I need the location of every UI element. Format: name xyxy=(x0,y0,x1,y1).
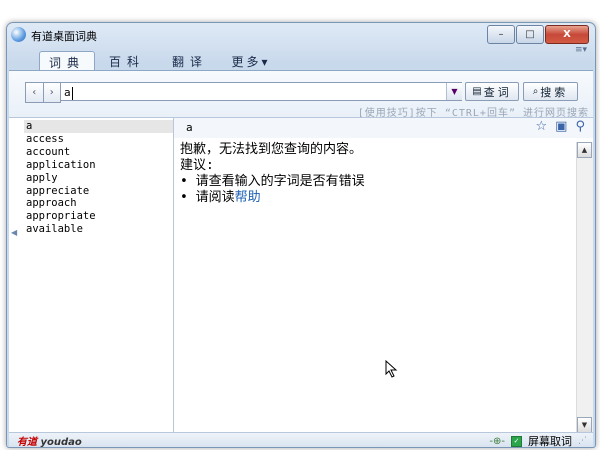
tab-encyclopedia[interactable]: 百科 xyxy=(104,51,150,71)
back-button[interactable]: ‹ xyxy=(26,83,43,102)
word-list: a access account application apply appre… xyxy=(24,120,173,236)
result-panel: a ☆ ▣ ⚲ 抱歉，无法找到您查询的内容。 建议: • 请查看输入的字词是否有… xyxy=(174,118,593,433)
search-input[interactable]: a xyxy=(60,82,462,101)
tab-translate[interactable]: 翻译 xyxy=(167,51,213,71)
content-area: ‹ › a ▼ ▤ 查词 ⌕ 搜索 [使用技巧]按下 “CTRL+回车” 进行网页搜… xyxy=(9,70,593,447)
tab-more[interactable]: 更多▾ xyxy=(225,51,277,71)
text-caret xyxy=(71,86,73,100)
suggestion-text: 请查看输入的字词是否有错误 xyxy=(195,174,365,189)
collapse-arrow-icon[interactable]: ◀ xyxy=(11,228,17,237)
add-wordbook-icon[interactable]: ▣ xyxy=(555,119,567,134)
window-controls: – □ X xyxy=(487,25,589,44)
status-controls: -⊕- ✓ 屏幕取词 ⋰ xyxy=(489,433,587,447)
screen-capture-checkbox[interactable]: ✓ xyxy=(511,435,522,447)
word-list-item[interactable]: access xyxy=(24,133,173,146)
mouse-cursor-icon xyxy=(385,360,398,378)
maximize-button[interactable]: □ xyxy=(516,25,544,44)
search-icon: ⌕ xyxy=(532,86,539,97)
menu-icon[interactable]: ≡▾ xyxy=(575,45,587,55)
word-list-panel: ◀ a access account application apply app… xyxy=(9,118,174,433)
lookup-label: 查词 xyxy=(483,85,512,99)
tab-bar: 词典 百科 翻译 更多▾ ≡▾ xyxy=(7,45,595,73)
nav-buttons: ‹ › xyxy=(25,82,61,103)
result-message: 抱歉，无法找到您查询的内容。 建议: • 请查看输入的字词是否有错误 • 请阅读… xyxy=(180,142,573,206)
minimize-button[interactable]: – xyxy=(487,25,515,44)
word-list-item[interactable]: appropriate xyxy=(24,210,173,223)
status-bar: 有道 youdao -⊕- ✓ 屏幕取词 ⋰ xyxy=(9,432,593,447)
word-header: a ☆ ▣ ⚲ xyxy=(174,118,593,138)
suggestion-text: 请阅读 xyxy=(195,190,235,205)
scroll-down-icon[interactable]: ▼ xyxy=(577,417,592,433)
word-list-item[interactable]: available xyxy=(24,223,173,236)
word-list-item[interactable]: appreciate xyxy=(24,185,173,198)
book-icon: ▤ xyxy=(472,86,482,97)
not-found-text: 抱歉，无法找到您查询的内容。 xyxy=(180,142,363,157)
word-list-item[interactable]: apply xyxy=(24,172,173,185)
youdao-logo: 有道 youdao xyxy=(17,433,82,448)
result-word: a xyxy=(186,121,193,134)
logo-en: youdao xyxy=(40,437,82,448)
search-toolbar: ‹ › a ▼ ▤ 查词 ⌕ 搜索 [使用技巧]按下 “CTRL+回车” 进行网页搜… xyxy=(9,71,593,119)
close-button[interactable]: X xyxy=(545,25,589,44)
suggest-title: 建议: xyxy=(180,158,214,173)
word-list-item[interactable]: account xyxy=(24,146,173,159)
dictionary-window: 有道桌面词典 – □ X 词典 百科 翻译 更多▾ ≡▾ ‹ › a ▼ ▤ 查词 xyxy=(6,22,596,448)
logo-cn: 有道 xyxy=(17,437,37,448)
lookup-button[interactable]: ▤ 查词 xyxy=(465,82,519,101)
screen-capture-label[interactable]: 屏幕取词 xyxy=(528,433,572,447)
search-input-value: a xyxy=(64,86,71,99)
scroll-up-icon[interactable]: ▲ xyxy=(577,142,592,158)
find-icon[interactable]: ⚲ xyxy=(575,119,585,134)
suggestion-item: • 请查看输入的字词是否有错误 xyxy=(180,174,365,189)
usage-hint: [使用技巧]按下 “CTRL+回车” 进行网页搜索 xyxy=(357,108,589,119)
vertical-scrollbar[interactable]: ▲ ▼ xyxy=(576,142,593,433)
help-link[interactable]: 帮助 xyxy=(235,190,261,205)
resize-grip-icon[interactable]: ⋰ xyxy=(578,436,587,446)
title-bar[interactable]: 有道桌面词典 – □ X xyxy=(7,23,595,47)
app-logo-icon xyxy=(11,27,26,42)
web-search-label: 搜索 xyxy=(540,85,569,99)
history-dropdown-icon[interactable]: ▼ xyxy=(446,83,462,100)
forward-button[interactable]: › xyxy=(42,83,61,102)
word-list-item[interactable]: application xyxy=(24,159,173,172)
word-list-item[interactable]: a xyxy=(24,120,173,133)
volume-icon[interactable]: -⊕- xyxy=(489,436,505,447)
word-tools: ☆ ▣ ⚲ xyxy=(536,119,585,134)
web-search-button[interactable]: ⌕ 搜索 xyxy=(523,82,578,101)
word-list-item[interactable]: approach xyxy=(24,197,173,210)
star-icon[interactable]: ☆ xyxy=(536,119,548,134)
suggestion-item: • 请阅读帮助 xyxy=(180,190,261,205)
window-title: 有道桌面词典 xyxy=(31,30,97,43)
